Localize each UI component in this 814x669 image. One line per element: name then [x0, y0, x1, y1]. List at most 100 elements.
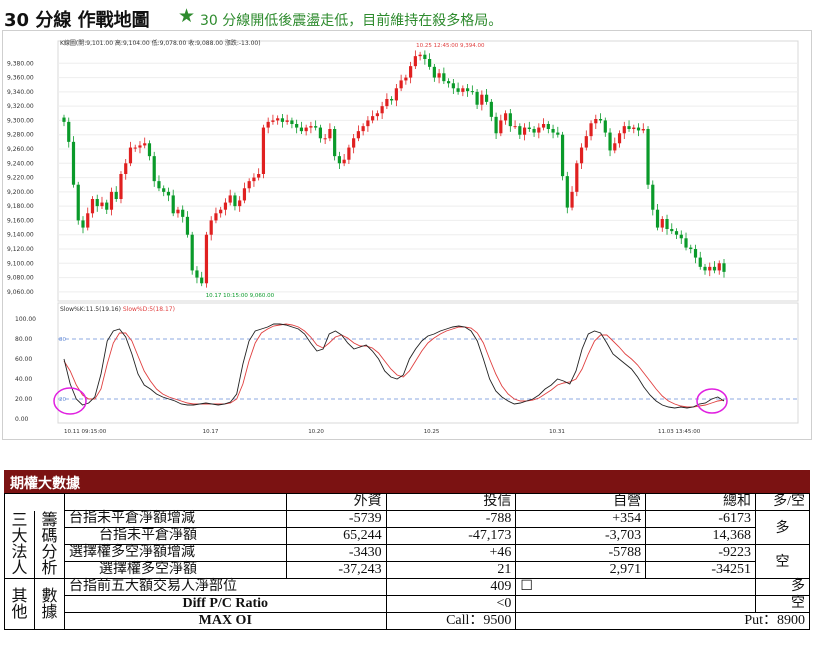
- slow-k-line: [63, 323, 725, 409]
- table-title: 期權大數據: [4, 470, 810, 493]
- candle-body: [480, 94, 484, 105]
- candlestick-chart: 9,380.00 9,360.00 9,340.00 9,320.00 9,300.00…: [7, 39, 799, 435]
- candle-body: [361, 126, 365, 132]
- header: 30 分線 作戰地圖 ★ 30 分線開低後震盪走低，目前維持在殺多格局。: [4, 4, 810, 32]
- candle-body: [105, 202, 109, 210]
- pc-stance: 空: [755, 595, 810, 613]
- candle-body: [651, 184, 655, 210]
- candle-body: [181, 209, 185, 217]
- maxoi-call: Call：9500: [385, 612, 517, 630]
- candle-body: [447, 81, 451, 84]
- candle-body: [128, 147, 133, 164]
- x-tick-label: 10.31: [549, 429, 565, 435]
- candle-body: [176, 209, 180, 214]
- candle-body: [584, 136, 588, 148]
- stoch-legend-k: Slow%K:11.5(19.16): [60, 306, 123, 313]
- candle-body: [171, 195, 175, 214]
- candle-body: [722, 263, 726, 272]
- candle-body: [712, 266, 717, 271]
- candle-body: [404, 77, 408, 81]
- candle-body: [223, 202, 228, 210]
- price-tick-label: 9,100.00: [7, 260, 34, 267]
- candle-body: [503, 113, 508, 121]
- stoch-guide-label: 80: [59, 337, 66, 343]
- price-tick-label: 9,140.00: [7, 232, 34, 239]
- table-header-row: 外資 投信 自營 總和 多/空: [4, 493, 810, 511]
- x-tick-label: 11.03 13:45:00: [658, 429, 701, 435]
- table-row: MAX OI Call：9500 Put：8900: [5, 612, 810, 630]
- candle-body: [109, 191, 114, 210]
- candle-body: [451, 83, 455, 89]
- table-row: 選擇權多空淨額增減 -3430 +46 -5788 -9223 空: [5, 544, 810, 579]
- price-tick-label: 9,300.00: [7, 117, 34, 124]
- price-tick-label: 9,280.00: [7, 132, 34, 139]
- candle-body: [309, 126, 313, 128]
- oi-table: 外資 投信 自營 總和 多/空 三大法人 籌碼分析 台指未平倉淨額增減 -573…: [4, 493, 810, 630]
- stoch-legend: Slow%K:11.5(19.16) Slow%D:5(18.17): [60, 306, 175, 313]
- price-tick-label: 9,340.00: [7, 89, 34, 96]
- maxoi-label: MAX OI: [63, 612, 387, 630]
- cell-total: 14,368: [645, 527, 756, 545]
- pc-blank: [515, 595, 756, 613]
- candle-body: [703, 266, 707, 271]
- candle-body: [613, 143, 617, 151]
- candle-body: [541, 124, 546, 128]
- cell-total: -6173: [645, 510, 756, 528]
- candle-body: [86, 213, 90, 228]
- candle-body: [356, 131, 360, 139]
- candle-body: [674, 231, 679, 235]
- cell-trust: 21: [385, 561, 517, 579]
- candle-body: [594, 119, 598, 124]
- candle-body: [551, 129, 555, 133]
- candle-body: [546, 124, 550, 129]
- candle-body: [693, 249, 698, 258]
- maxoi-put: Put：8900: [515, 612, 810, 630]
- candle-body: [276, 118, 280, 121]
- price-tick-label: 9,200.00: [7, 189, 34, 196]
- candle-body: [570, 191, 574, 208]
- candle-body: [494, 116, 498, 134]
- price-tick-label: 9,220.00: [7, 175, 34, 182]
- header-label-cell: [63, 493, 287, 511]
- cell-foreign: -3430: [285, 544, 387, 562]
- candle-body: [608, 132, 612, 151]
- candle-body: [684, 238, 688, 248]
- candle-body: [328, 129, 332, 139]
- candle-body: [665, 219, 669, 229]
- candle-body: [660, 219, 664, 228]
- candle-body: [333, 129, 337, 157]
- candle-body: [138, 145, 142, 148]
- price-tick-label: 9,080.00: [7, 275, 34, 282]
- chart-note: 30 分線開低後震盪走低，目前維持在殺多格局。: [200, 13, 503, 29]
- table-row: 台指未平倉淨額 65,244 -47,173 -3,703 14,368: [5, 527, 810, 545]
- candle-body: [423, 54, 427, 59]
- candle-body: [71, 141, 76, 185]
- top5-value: 409: [385, 578, 517, 596]
- candle-body: [290, 120, 294, 124]
- candle-body: [185, 216, 190, 235]
- row-label: 選擇權多空淨額增減: [63, 544, 287, 562]
- candle-body: [323, 138, 327, 140]
- row-label: 台指未平倉淨額: [63, 527, 287, 545]
- candle-body: [598, 119, 603, 121]
- candle-body: [143, 143, 147, 146]
- col-total: 總和: [645, 493, 756, 511]
- group2-sublabel: 數據: [33, 578, 65, 630]
- candle-body: [318, 127, 323, 139]
- col-trust: 投信: [385, 493, 517, 511]
- slow-d-line: [63, 323, 725, 408]
- candle-body: [646, 129, 650, 185]
- candle-body: [233, 195, 237, 207]
- table-row: Diff P/C Ratio <0 空: [5, 595, 810, 613]
- candle-body: [589, 123, 593, 137]
- candle-body: [352, 138, 356, 148]
- candle-body: [62, 117, 66, 122]
- candle-body: [190, 234, 194, 271]
- candle-body: [565, 176, 569, 208]
- candle-body: [252, 177, 256, 182]
- candle-body: [342, 159, 346, 164]
- kline-info-label: K線圖(開:9,101.00 高:9,104.00 低:9,078.00 收:9…: [60, 39, 261, 47]
- candle-body: [556, 132, 560, 135]
- stance-options: 空: [755, 544, 810, 579]
- candle-body: [532, 129, 536, 133]
